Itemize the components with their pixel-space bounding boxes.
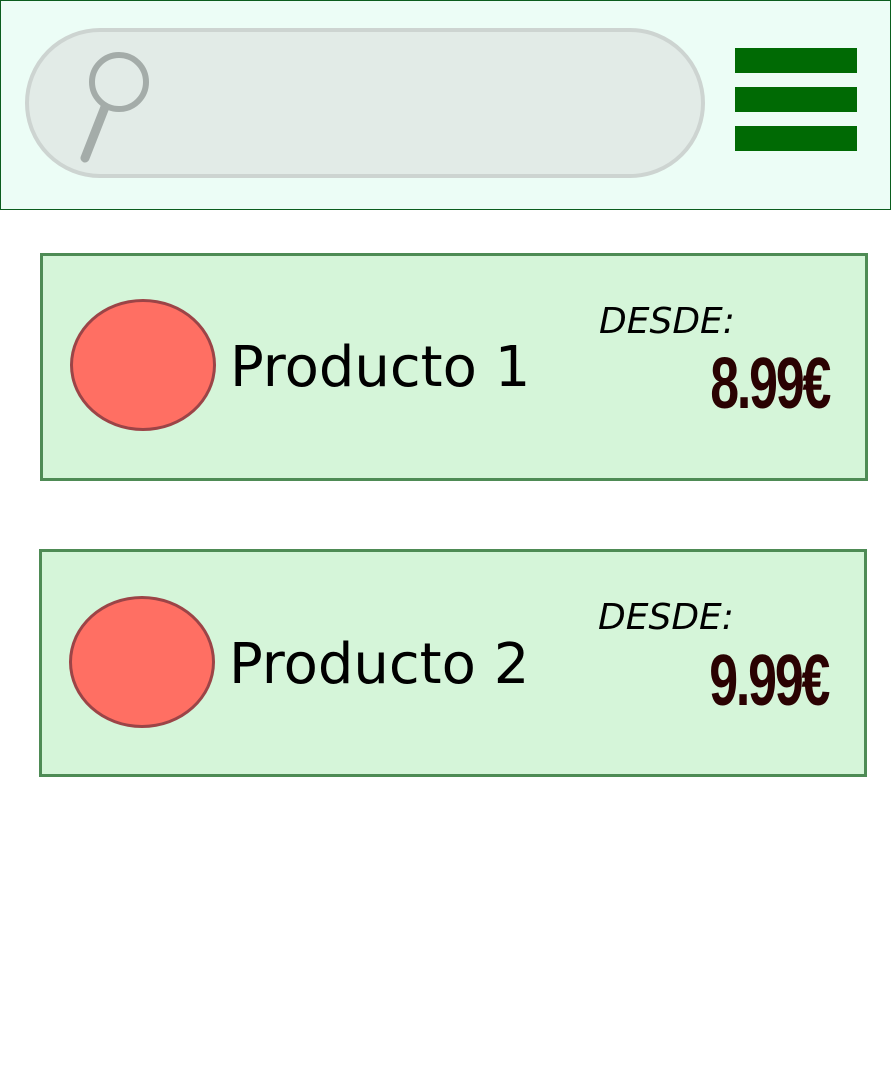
search-bar[interactable]: [25, 28, 705, 178]
price-label: DESDE:: [599, 301, 735, 342]
menu-bar-bottom: [735, 126, 857, 151]
price-label: DESDE:: [598, 597, 734, 638]
product-card[interactable]: Producto 1 DESDE: 8.99€: [40, 253, 868, 481]
product-price: 8.99€: [710, 344, 831, 424]
product-image: [70, 299, 216, 431]
menu-button[interactable]: [735, 48, 857, 151]
menu-bar-top: [735, 48, 857, 73]
product-name: Producto 2: [229, 632, 530, 697]
product-name: Producto 1: [230, 335, 531, 400]
product-price: 9.99€: [709, 641, 830, 721]
product-image: [69, 596, 215, 728]
header-bar: [0, 0, 891, 210]
search-input[interactable]: [179, 72, 663, 136]
search-icon: [80, 52, 149, 163]
product-card[interactable]: Producto 2 DESDE: 9.99€: [39, 549, 867, 777]
menu-bar-middle: [735, 87, 857, 112]
